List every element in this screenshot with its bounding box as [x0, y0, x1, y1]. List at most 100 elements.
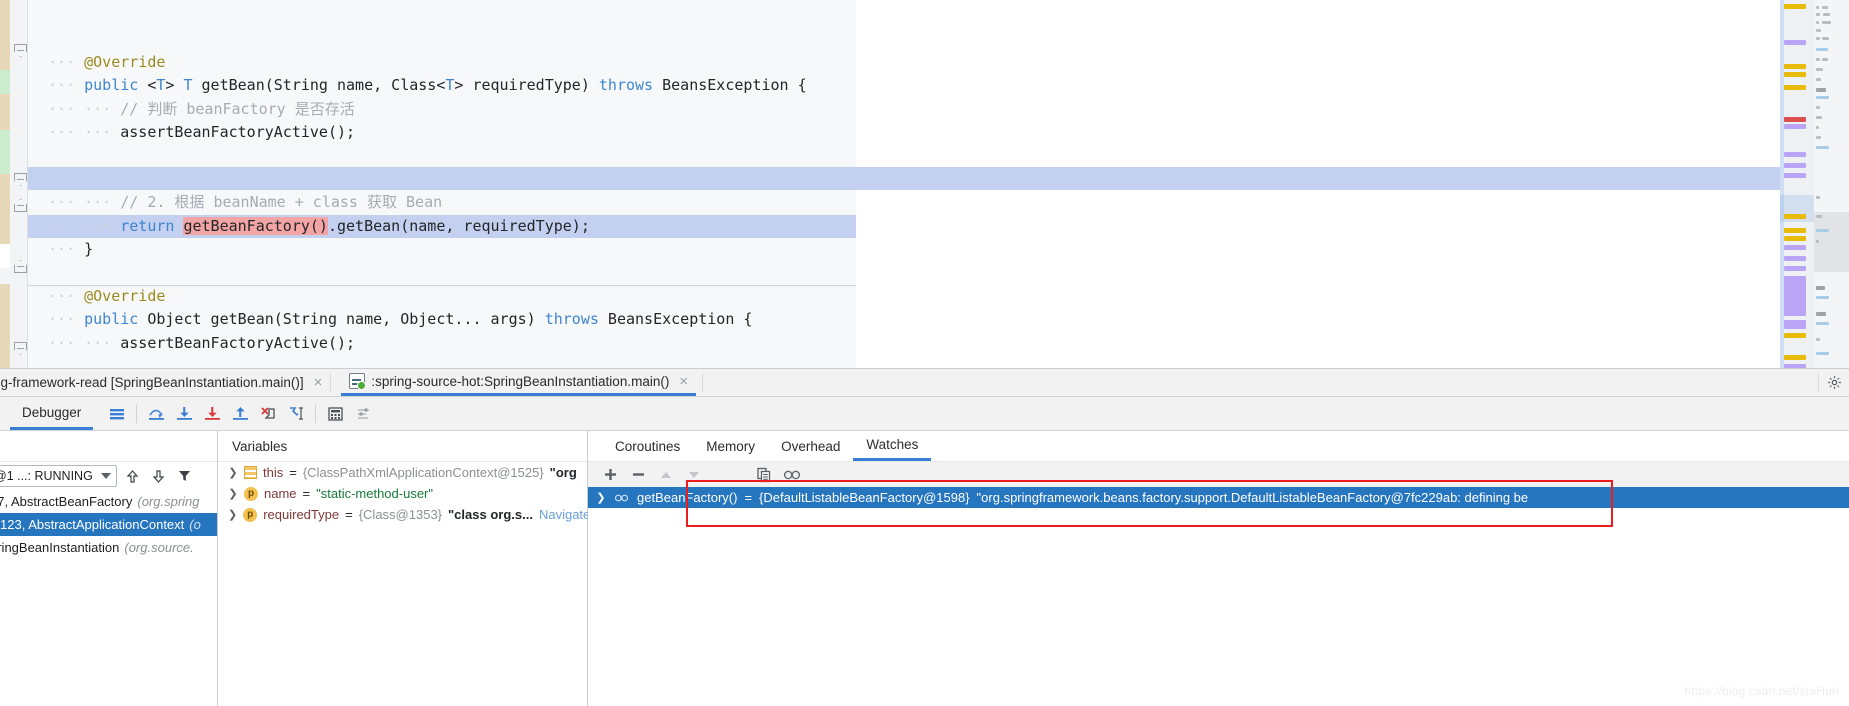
- minimap-code-dot: [1816, 116, 1822, 119]
- watches-list[interactable]: ❯ getBeanFactory() = {DefaultListableBean…: [588, 487, 1849, 508]
- code-line: ··· public <T> T getBean(String name, Cl…: [28, 74, 856, 97]
- minimap-mark: [1784, 40, 1806, 45]
- minimap-preview[interactable]: [1814, 0, 1849, 368]
- run-to-cursor-icon[interactable]: [282, 400, 310, 428]
- fold-marker[interactable]: [14, 342, 27, 355]
- code-editor[interactable]: ··· @Override ··· public <T> T getBean(St…: [0, 0, 1849, 369]
- code-line: ··· ··· assertBeanFactoryActive();: [28, 332, 856, 355]
- indent-guide: ···: [48, 286, 85, 305]
- minimap-code-dot: [1816, 88, 1826, 92]
- gear-icon[interactable]: [1819, 369, 1849, 396]
- frames-panel-header: [0, 431, 217, 462]
- variable-row[interactable]: ❯ p requiredType = {Class@1353} "class org…: [218, 504, 590, 525]
- minimap-error-stripe[interactable]: [1780, 0, 1814, 368]
- minimap-code-dot: [1816, 96, 1829, 99]
- watches-tabbar[interactable]: Coroutines Memory Overhead Watches: [588, 431, 1849, 462]
- watches-toolbar[interactable]: [588, 462, 1849, 487]
- run-tab-active[interactable]: :spring-source-hot:SpringBeanInstantiati…: [341, 369, 697, 396]
- watch-row[interactable]: ❯ getBeanFactory() = {DefaultListableBean…: [588, 487, 1849, 508]
- tab-coroutines[interactable]: Coroutines: [602, 431, 693, 461]
- code-line: ··· ··· return getBeanFactory().getBean(…: [28, 214, 856, 238]
- minimap-code-dot: [1816, 229, 1829, 232]
- fold-marker[interactable]: [14, 199, 27, 212]
- minimap-code-dot: [1816, 29, 1821, 32]
- variable-name: requiredType: [263, 507, 340, 522]
- indent-guide: ···: [48, 239, 85, 258]
- step-over-icon[interactable]: [142, 400, 170, 428]
- move-watch-down-icon[interactable]: [680, 464, 708, 486]
- code-token: > requiredType): [454, 76, 599, 95]
- caret-line-highlight: [28, 167, 1780, 190]
- force-step-into-icon[interactable]: [198, 400, 226, 428]
- lines-icon[interactable]: [103, 400, 131, 428]
- run-tab-inactive[interactable]: ing-framework-read [SpringBeanInstantiat…: [0, 369, 330, 396]
- expand-arrow-icon[interactable]: ❯: [228, 487, 238, 500]
- frame-row[interactable]: 123, AbstractApplicationContext (o: [0, 513, 217, 536]
- code-lines: ··· @Override ··· public <T> T getBean(St…: [28, 51, 856, 355]
- frame-row[interactable]: 07, AbstractBeanFactory (org.spring: [0, 490, 217, 513]
- close-icon[interactable]: ×: [314, 374, 323, 391]
- param-icon: p: [244, 486, 258, 501]
- variable-name: name: [264, 486, 297, 501]
- code-token: throws: [544, 310, 608, 329]
- frames-panel[interactable]: @1 ...: RUNNING 07, AbstractBeanFactory …: [0, 431, 218, 706]
- frame-row-label: 07, AbstractBeanFactory: [0, 494, 133, 509]
- move-down-icon[interactable]: [149, 469, 169, 484]
- indent-guide: ···: [48, 310, 85, 329]
- code-token: // 判断 beanFactory 是否存活: [120, 99, 355, 118]
- move-watch-up-icon[interactable]: [652, 464, 680, 486]
- close-icon[interactable]: ×: [679, 373, 688, 390]
- watch-equals: =: [744, 490, 753, 505]
- expand-arrow-icon[interactable]: ❯: [596, 491, 606, 504]
- tab-memory[interactable]: Memory: [693, 431, 768, 461]
- code-token: public: [84, 310, 148, 329]
- variables-list[interactable]: ❯ this = {ClassPathXmlApplicationContext@…: [218, 462, 590, 525]
- fold-marker[interactable]: [14, 173, 27, 186]
- minimap-mark: [1784, 214, 1806, 219]
- move-up-icon[interactable]: [123, 469, 143, 484]
- editor-gutter[interactable]: [0, 0, 28, 368]
- minimap-code-dot: [1822, 21, 1831, 24]
- variable-row[interactable]: ❯ this = {ClassPathXmlApplicationContext@…: [218, 462, 587, 483]
- code-token: >: [165, 76, 184, 95]
- frame-row-package: (org.source.: [124, 540, 194, 555]
- editor-minimap[interactable]: [1780, 0, 1849, 368]
- inspect-icon[interactable]: [778, 464, 806, 486]
- minimap-mark: [1784, 266, 1806, 271]
- tab-watches[interactable]: Watches: [853, 431, 932, 461]
- remove-watch-icon[interactable]: [624, 464, 652, 486]
- minimap-mark: [1784, 333, 1806, 338]
- fold-marker[interactable]: [14, 260, 27, 273]
- run-tab-label: :spring-source-hot:SpringBeanInstantiati…: [371, 373, 670, 389]
- step-out-icon[interactable]: [226, 400, 254, 428]
- drop-frame-icon[interactable]: [254, 400, 282, 428]
- variables-panel[interactable]: Variables ❯ this = {ClassPathXmlApplicati…: [218, 431, 590, 706]
- frame-row[interactable]: pringBeanInstantiation (org.source.: [0, 536, 217, 559]
- calculator-icon[interactable]: [321, 400, 349, 428]
- debugger-toolbar[interactable]: Debugger: [0, 397, 1849, 431]
- tab-overhead[interactable]: Overhead: [768, 431, 853, 461]
- frames-list[interactable]: 07, AbstractBeanFactory (org.spring 123, A…: [0, 490, 217, 559]
- chevron-down-icon[interactable]: [100, 473, 111, 479]
- frames-toolbar[interactable]: @1 ...: RUNNING: [0, 462, 217, 490]
- indent-guide: ··· ···: [48, 216, 121, 235]
- debugger-tab-label[interactable]: Debugger: [10, 397, 94, 430]
- thread-selector[interactable]: @1 ...: RUNNING: [0, 465, 117, 487]
- expand-arrow-icon[interactable]: ❯: [228, 466, 238, 479]
- minimap-code-dot: [1816, 240, 1819, 243]
- filter-icon[interactable]: [175, 469, 195, 483]
- step-into-icon[interactable]: [170, 400, 198, 428]
- watches-panel[interactable]: Coroutines Memory Overhead Watches ❯ get…: [588, 431, 1849, 706]
- fold-marker[interactable]: [14, 44, 27, 57]
- copy-icon[interactable]: [750, 464, 778, 486]
- variable-row[interactable]: ❯ p name = "static-method-user": [218, 483, 587, 504]
- variables-and-watches: Variables ❯ this = {ClassPathXmlApplicati…: [218, 431, 1849, 706]
- sliders-icon[interactable]: [349, 400, 377, 428]
- expand-arrow-icon[interactable]: ❯: [228, 508, 237, 521]
- run-tab-label: ing-framework-read [SpringBeanInstantiat…: [0, 375, 304, 390]
- variables-title: Variables: [218, 431, 587, 462]
- variable-name: this: [263, 465, 284, 480]
- run-configuration-tabs[interactable]: ing-framework-read [SpringBeanInstantiat…: [0, 369, 1849, 397]
- add-watch-icon[interactable]: [596, 464, 624, 486]
